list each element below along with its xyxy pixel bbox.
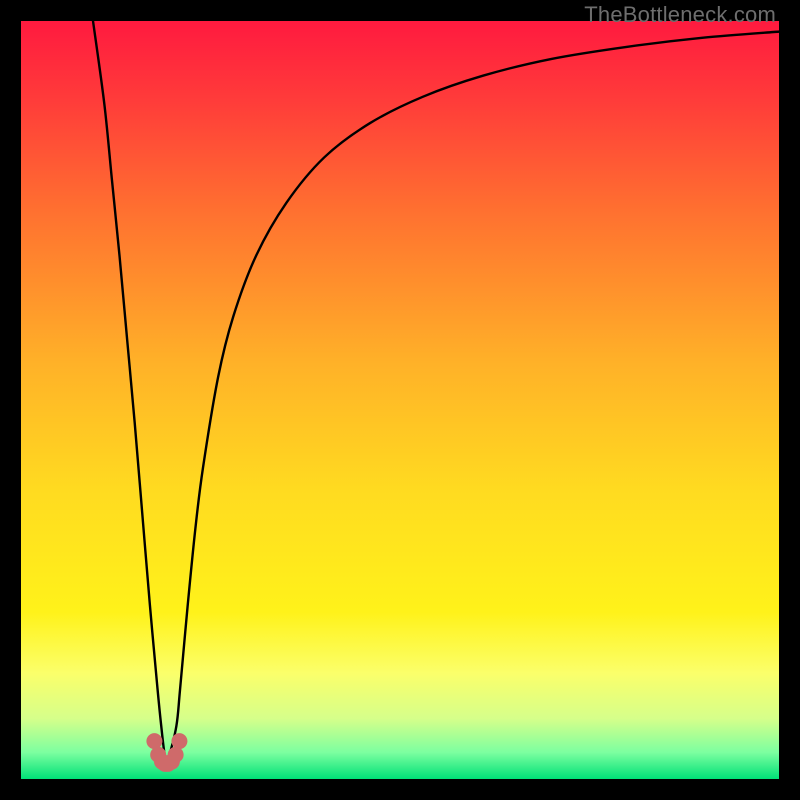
chart-frame: TheBottleneck.com [0,0,800,800]
plot-background [21,21,779,779]
marker-dot [146,733,162,749]
marker-dot [171,733,187,749]
watermark-text: TheBottleneck.com [584,2,776,28]
marker-dot [168,747,184,763]
bottleneck-chart [21,21,779,779]
